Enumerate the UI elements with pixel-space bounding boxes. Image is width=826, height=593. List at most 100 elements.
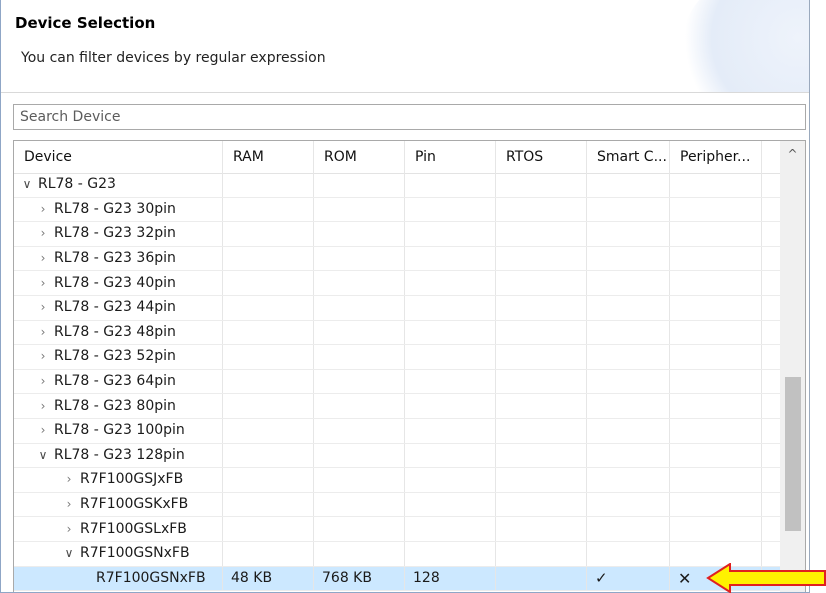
device-cell[interactable]: › RL78 - G23 40pin: [14, 271, 223, 295]
chevron-down-icon[interactable]: ∨: [36, 444, 50, 467]
table-row[interactable]: › RL78 - G23 48pin: [14, 320, 780, 346]
pin-cell: [405, 222, 496, 246]
rom-cell: [314, 246, 405, 271]
table-row[interactable]: › RL78 - G23 36pin: [14, 246, 780, 272]
search-device-input[interactable]: [20, 108, 799, 126]
pin-cell: [405, 394, 496, 418]
left-arrow-annotation: [706, 563, 826, 593]
device-cell[interactable]: › RL78 - G23 44pin: [14, 295, 223, 320]
smart-cell: [587, 492, 670, 517]
device-cell[interactable]: › RL78 - G23 48pin: [14, 320, 223, 345]
device-cell[interactable]: › RL78 - G23 80pin: [14, 394, 223, 418]
table-row[interactable]: › RL78 - G23 52pin: [14, 345, 780, 370]
table-row[interactable]: › RL78 - G23 80pin: [14, 394, 780, 419]
chevron-right-icon[interactable]: ›: [36, 345, 50, 368]
table-row[interactable]: › RL78 - G23 44pin: [14, 295, 780, 321]
device-cell[interactable]: › RL78 - G23 64pin: [14, 369, 223, 394]
chevron-right-icon[interactable]: ›: [62, 518, 76, 541]
smart-cell: ✓: [587, 566, 670, 591]
chevron-right-icon[interactable]: ›: [36, 222, 50, 245]
pin-cell: 128: [405, 566, 496, 591]
smart-cell: [587, 246, 670, 271]
col-smart-header[interactable]: Smart C...: [587, 141, 670, 173]
device-cell[interactable]: R7F100GSNxFB: [14, 566, 223, 591]
table-row[interactable]: › RL78 - G23 64pin: [14, 369, 780, 395]
rtos-cell: [496, 246, 587, 271]
ram-cell: [223, 492, 314, 517]
col-rtos-header[interactable]: RTOS: [496, 141, 587, 173]
col-ram-header[interactable]: RAM: [223, 141, 314, 173]
ram-cell: [223, 271, 314, 295]
chevron-right-icon[interactable]: ›: [36, 198, 50, 221]
col-rom-header[interactable]: ROM: [314, 141, 405, 173]
chevron-right-icon[interactable]: ›: [36, 247, 50, 270]
pin-cell: [405, 541, 496, 566]
chevron-right-icon[interactable]: ›: [36, 370, 50, 393]
smart-cell: [587, 369, 670, 394]
pin-cell: [405, 517, 496, 541]
arrow-shape: [706, 563, 826, 593]
rom-cell: [314, 418, 405, 443]
device-cell[interactable]: › RL78 - G23 52pin: [14, 345, 223, 369]
rom-cell: [314, 369, 405, 394]
table-row[interactable]: › R7F100GSKxFB: [14, 492, 780, 518]
device-cell[interactable]: › R7F100GSJxFB: [14, 468, 223, 492]
smart-cell: [587, 173, 670, 197]
chevron-right-icon[interactable]: ›: [62, 493, 76, 516]
dialog-title: Device Selection: [15, 14, 156, 32]
device-cell[interactable]: › R7F100GSLxFB: [14, 517, 223, 541]
rtos-cell: [496, 468, 587, 492]
device-cell[interactable]: › R7F100GSKxFB: [14, 492, 223, 517]
rtos-cell: [496, 271, 587, 295]
col-device-header[interactable]: Device: [14, 141, 223, 173]
table-row-selected[interactable]: R7F100GSNxFB 48 KB 768 KB 128 ✓ ✕: [14, 566, 780, 592]
table-row[interactable]: › RL78 - G23 32pin: [14, 222, 780, 247]
table-row[interactable]: ∨ RL78 - G23 128pin: [14, 443, 780, 469]
rtos-cell: [496, 222, 587, 246]
device-cell[interactable]: › RL78 - G23 32pin: [14, 222, 223, 246]
ram-cell: [223, 222, 314, 246]
chevron-right-icon[interactable]: ›: [36, 272, 50, 295]
col-peripheral-header[interactable]: Peripher...: [670, 141, 762, 173]
search-device-field[interactable]: [13, 104, 806, 130]
chevron-right-icon[interactable]: ›: [62, 468, 76, 491]
pin-cell: [405, 345, 496, 369]
table-row[interactable]: › RL78 - G23 30pin: [14, 197, 780, 223]
pin-cell: [405, 173, 496, 197]
table-row[interactable]: › RL78 - G23 40pin: [14, 271, 780, 296]
ram-cell: [223, 173, 314, 197]
table-row[interactable]: ∨ R7F100GSNxFB: [14, 541, 780, 567]
peripheral-cell: [670, 173, 762, 197]
rom-cell: [314, 345, 405, 369]
device-cell[interactable]: ∨ R7F100GSNxFB: [14, 541, 223, 566]
table-row[interactable]: › RL78 - G23 100pin: [14, 418, 780, 444]
rom-cell: [314, 468, 405, 492]
rtos-cell: [496, 369, 587, 394]
chevron-down-icon[interactable]: ∨: [20, 173, 34, 196]
device-name: RL78 - G23 32pin: [54, 225, 176, 242]
scroll-up-button[interactable]: ^: [780, 143, 805, 165]
chevron-right-icon[interactable]: ›: [36, 419, 50, 442]
scroll-thumb[interactable]: [785, 377, 801, 531]
vertical-scrollbar[interactable]: ^: [780, 141, 805, 592]
smart-cell: [587, 418, 670, 443]
device-cell[interactable]: › RL78 - G23 36pin: [14, 246, 223, 271]
rtos-cell: [496, 541, 587, 566]
device-cell[interactable]: › RL78 - G23 30pin: [14, 197, 223, 222]
table-row[interactable]: ∨ RL78 - G23: [14, 173, 780, 198]
table-header: Device RAM ROM Pin RTOS Smart C... Peripher...: [14, 141, 780, 174]
smart-cell: [587, 197, 670, 222]
chevron-right-icon[interactable]: ›: [36, 296, 50, 319]
device-cell[interactable]: ∨ RL78 - G23: [14, 173, 223, 197]
device-cell[interactable]: ∨ RL78 - G23 128pin: [14, 443, 223, 468]
chevron-down-icon[interactable]: ∨: [62, 542, 76, 565]
table-row[interactable]: › R7F100GSLxFB: [14, 517, 780, 542]
chevron-right-icon[interactable]: ›: [36, 395, 50, 418]
peripheral-cell: [670, 345, 762, 369]
pin-cell: [405, 197, 496, 222]
device-selection-dialog: Device Selection You can filter devices …: [0, 0, 810, 593]
table-row[interactable]: › R7F100GSJxFB: [14, 468, 780, 493]
col-pin-header[interactable]: Pin: [405, 141, 496, 173]
chevron-right-icon[interactable]: ›: [36, 321, 50, 344]
device-cell[interactable]: › RL78 - G23 100pin: [14, 418, 223, 443]
